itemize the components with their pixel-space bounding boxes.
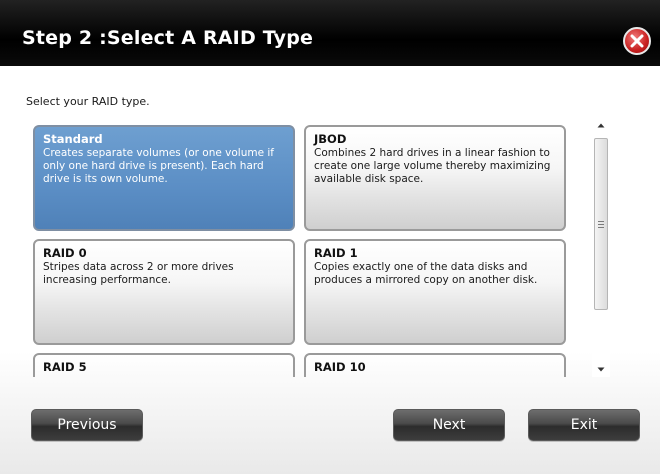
next-button[interactable]: Next (393, 409, 505, 441)
raid-option-description: Copies exactly one of the data disks and… (314, 261, 538, 286)
raid-option-description: Stripes data across 2 or more drives inc… (43, 261, 234, 286)
dialog-title: Step 2 :Select A RAID Type (22, 27, 314, 49)
instruction-text: Select your RAID type. (26, 95, 150, 108)
exit-button[interactable]: Exit (528, 409, 640, 441)
raid-option-standard[interactable]: Standard Creates separate volumes (or on… (33, 125, 295, 231)
close-icon (630, 34, 644, 48)
scroll-thumb[interactable] (594, 138, 608, 310)
grip-icon (598, 221, 604, 228)
previous-button[interactable]: Previous (31, 409, 143, 441)
raid-type-dialog: Step 2 :Select A RAID Type Select your R… (0, 0, 660, 474)
scroll-down-button[interactable] (592, 361, 610, 377)
arrow-up-icon (597, 123, 605, 128)
raid-option-title: RAID 10 (314, 360, 366, 374)
title-bar: Step 2 :Select A RAID Type (0, 0, 660, 66)
raid-option-jbod[interactable]: JBOD Combines 2 hard drives in a linear … (304, 125, 566, 231)
raid-option-raid0[interactable]: RAID 0 Stripes data across 2 or more dri… (33, 239, 295, 345)
raid-option-title: Standard (43, 132, 103, 146)
raid-option-raid5[interactable]: RAID 5 (33, 353, 295, 377)
raid-option-description: Creates separate volumes (or one volume … (43, 147, 274, 185)
raid-option-title: RAID 0 (43, 246, 87, 260)
arrow-down-icon (597, 367, 605, 372)
raid-option-title: RAID 5 (43, 360, 87, 374)
raid-option-title: JBOD (314, 132, 347, 146)
raid-option-description: Combines 2 hard drives in a linear fashi… (314, 147, 551, 185)
close-button[interactable] (623, 27, 651, 55)
list-scrollbar[interactable] (592, 118, 610, 377)
raid-option-raid10[interactable]: RAID 10 (304, 353, 566, 377)
raid-options-list: Standard Creates separate volumes (or on… (30, 118, 580, 377)
raid-option-raid1[interactable]: RAID 1 Copies exactly one of the data di… (304, 239, 566, 345)
scroll-up-button[interactable] (592, 118, 610, 134)
raid-option-title: RAID 1 (314, 246, 358, 260)
